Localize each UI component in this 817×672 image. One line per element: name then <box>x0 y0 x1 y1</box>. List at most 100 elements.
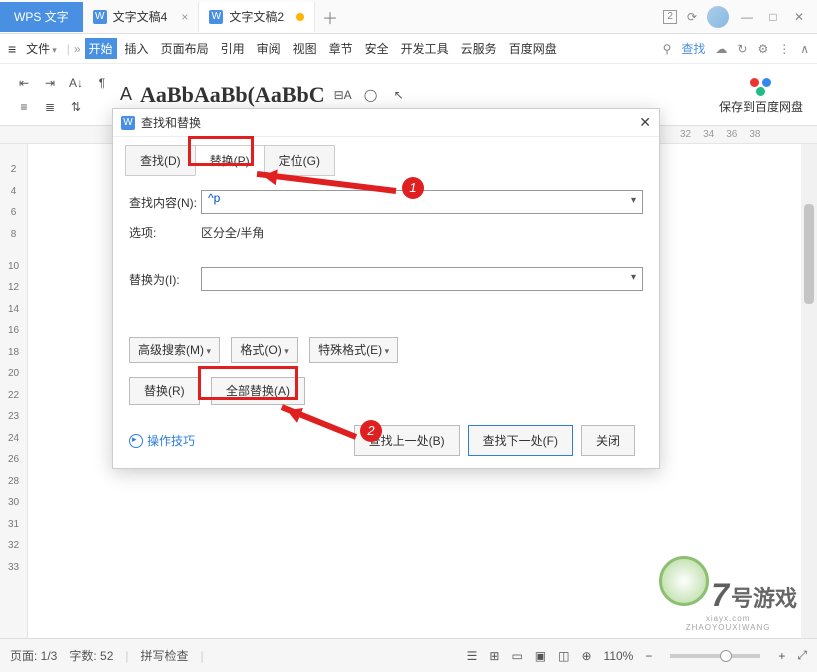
menu-layout[interactable]: 页面布局 <box>157 40 213 57</box>
indent-left-icon[interactable]: ⇤ <box>14 73 34 93</box>
options-label: 选项: <box>129 224 201 241</box>
find-next-button[interactable]: 查找下一处(F) <box>468 425 573 456</box>
modified-indicator <box>296 13 304 21</box>
menu-references[interactable]: 引用 <box>217 40 249 57</box>
ruler-mark: 6 <box>11 207 17 218</box>
tips-icon <box>129 434 143 448</box>
view-read-icon[interactable]: ▣ <box>535 649 546 663</box>
baidu-icon <box>750 74 772 96</box>
zoom-knob[interactable] <box>720 650 732 662</box>
scrollbar-thumb[interactable] <box>804 204 814 304</box>
sync-icon[interactable]: ⟳ <box>687 10 697 24</box>
ruler-mark: 38 <box>749 129 760 140</box>
ruler-mark: 32 <box>680 129 691 140</box>
watermark-url: xiayx.com <box>659 614 797 623</box>
ruler-mark: 30 <box>8 497 19 508</box>
replace-with-input[interactable] <box>201 267 643 291</box>
document-tab-1[interactable]: W 文字文稿4 <box>83 2 200 32</box>
maximize-button[interactable]: □ <box>765 10 781 24</box>
close-tab-icon[interactable] <box>173 10 188 24</box>
replace-button[interactable]: 替换(R) <box>129 377 200 405</box>
font-drop-icon[interactable]: A <box>120 84 132 105</box>
ruler-mark: 4 <box>11 186 17 197</box>
watermark-logo <box>659 556 709 606</box>
paragraph-icon[interactable]: ¶ <box>92 73 112 93</box>
replace-with-label: 替换为(I): <box>129 271 201 288</box>
view-normal-icon[interactable]: ☰ <box>467 649 478 663</box>
ruler-mark: 33 <box>8 562 19 573</box>
menu-baidu[interactable]: 百度网盘 <box>505 40 561 57</box>
statusbar: 页面: 1/3 字数: 52 | 拼写检查 | ☰ ⊞ ▭ ▣ ◫ ⊕ 110%… <box>0 638 817 672</box>
avatar[interactable] <box>707 6 729 28</box>
more-icon[interactable]: ⋮ <box>778 42 790 56</box>
menu-devtools[interactable]: 开发工具 <box>397 40 453 57</box>
document-tab-2[interactable]: W 文字文稿2 <box>199 2 315 32</box>
style-preview[interactable]: AaBbAaBb(AaBbC <box>140 82 325 108</box>
align-center-icon[interactable]: ≣ <box>40 97 60 117</box>
tips-link[interactable]: 操作技巧 <box>129 432 195 449</box>
options-value: 区分全/半角 <box>201 224 264 241</box>
hamburger-icon[interactable]: ≡ <box>8 41 16 57</box>
ruler-mark: 23 <box>8 411 19 422</box>
cloud-icon[interactable]: ☁ <box>715 42 727 56</box>
watermark-num: 7 <box>711 577 729 614</box>
minimize-button[interactable]: — <box>739 10 755 24</box>
expand-icon[interactable]: ∧ <box>800 42 809 56</box>
watermark: 7 号游戏 xiayx.com ZHAOYOUXIWANG <box>659 556 797 632</box>
menu-review[interactable]: 审阅 <box>253 40 285 57</box>
menu-cloud[interactable]: 云服务 <box>457 40 501 57</box>
tips-label: 操作技巧 <box>147 432 195 449</box>
fullscreen-icon[interactable]: ⤢ <box>797 648 807 663</box>
indent-right-icon[interactable]: ⇥ <box>40 73 60 93</box>
doc-icon: W <box>93 10 107 24</box>
spellcheck-toggle[interactable]: 拼写检查 <box>141 647 189 664</box>
menu-insert[interactable]: 插入 <box>121 40 153 57</box>
new-tab-button[interactable]: ＋ <box>315 5 345 29</box>
ruler-mark: 22 <box>8 390 19 401</box>
annotation-bubble-2: 2 <box>360 420 382 442</box>
menu-sep: | <box>67 42 70 56</box>
watermark-cn: 号游戏 <box>731 581 797 613</box>
close-dialog-button[interactable]: 关闭 <box>581 425 635 456</box>
advanced-search-button[interactable]: 高级搜索(M) <box>129 337 220 363</box>
view-page-icon[interactable]: ▭ <box>511 649 522 663</box>
tab-find[interactable]: 查找(D) <box>125 145 196 176</box>
word-count[interactable]: 字数: 52 <box>69 647 113 664</box>
special-format-button[interactable]: 特殊格式(E) <box>309 337 398 363</box>
menu-chapter[interactable]: 章节 <box>325 40 357 57</box>
watermark-tag: ZHAOYOUXIWANG <box>659 623 797 632</box>
zoom-in-button[interactable]: + <box>778 649 785 663</box>
zoom-fit-icon[interactable]: ⊕ <box>581 649 591 663</box>
zoom-slider[interactable] <box>670 654 760 658</box>
file-menu[interactable]: 文件 <box>20 40 63 57</box>
sync2-icon[interactable]: ↻ <box>737 42 747 56</box>
zoom-out-button[interactable]: − <box>645 649 652 663</box>
page-indicator[interactable]: 页面: 1/3 <box>10 647 57 664</box>
view-web-icon[interactable]: ◫ <box>558 649 569 663</box>
search-link[interactable]: 查找 <box>681 40 705 57</box>
find-content-value: ^p <box>208 191 220 205</box>
baidu-save[interactable]: 保存到百度网盘 <box>719 74 803 115</box>
annotation-box-1 <box>188 136 254 166</box>
find-icon[interactable]: ◯ <box>361 85 381 105</box>
format-button[interactable]: 格式(O) <box>231 337 297 363</box>
scrollbar-vertical[interactable] <box>801 144 817 638</box>
menu-view[interactable]: 视图 <box>289 40 321 57</box>
dialog-close-button[interactable] <box>639 114 651 131</box>
close-window-button[interactable]: ✕ <box>791 10 807 24</box>
menu-security[interactable]: 安全 <box>361 40 393 57</box>
view-outline-icon[interactable]: ⊞ <box>489 649 499 663</box>
find-content-label: 查找内容(N): <box>129 194 201 211</box>
notification-badge[interactable]: 2 <box>663 10 677 24</box>
chevron-right-icon[interactable]: » <box>74 42 81 56</box>
search-icon: ⚲ <box>663 42 672 56</box>
zoom-value[interactable]: 110% <box>604 649 634 663</box>
select-icon[interactable]: ↖ <box>389 85 409 105</box>
settings-icon[interactable]: ⚙ <box>757 42 768 56</box>
sort-icon[interactable]: A↓ <box>66 73 86 93</box>
ruler-mark: 24 <box>8 433 19 444</box>
menu-start[interactable]: 开始 <box>85 38 117 59</box>
align-left-icon[interactable]: ≡ <box>14 97 34 117</box>
text-tool-icon[interactable]: ⊟A <box>333 85 353 105</box>
line-spacing-icon[interactable]: ⇅ <box>66 97 86 117</box>
